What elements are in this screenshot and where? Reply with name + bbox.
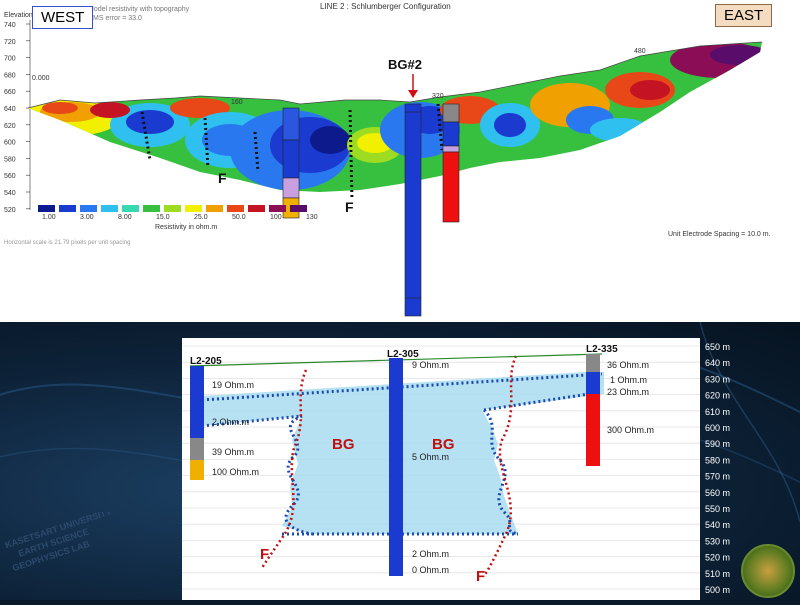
legend-swatch bbox=[290, 205, 307, 212]
legend-swatch bbox=[269, 205, 286, 212]
legend-title: Resistivity in ohm.m bbox=[155, 224, 217, 231]
legend-value: 100 bbox=[270, 214, 282, 221]
layer-label: 39 Ohm.m bbox=[212, 447, 254, 457]
legend-swatch bbox=[59, 205, 76, 212]
layer-label: 36 Ohm.m bbox=[607, 360, 649, 370]
borehole-label: BG#2 bbox=[388, 57, 422, 72]
legend-value: 25.0 bbox=[194, 214, 208, 221]
elevation-scale: 650 m 640 m 630 m 620 m 610 m 600 m 590 m 580 m… bbox=[703, 338, 743, 600]
elevation-tick-label: 570 m bbox=[705, 472, 730, 482]
borehole-arrow-head bbox=[408, 90, 418, 98]
elevation-tick-label: 560 bbox=[4, 173, 16, 180]
fault-label: F bbox=[476, 568, 485, 585]
layer-label: 1 Ohm.m bbox=[610, 375, 647, 385]
elevation-axis: 740 720 700 680 660 640 620 600 580 560 540 520 bbox=[4, 20, 31, 214]
elevation-tick-label: 600 bbox=[4, 140, 16, 147]
bg-label: BG bbox=[432, 436, 455, 453]
interpretation-panel: L2-205 19 Ohm.m 2 Ohm.m 39 Ohm.m 100 Ohm… bbox=[182, 338, 700, 600]
legend-value: 8.00 bbox=[118, 214, 132, 221]
elevation-tick-label: 520 bbox=[4, 207, 16, 214]
elevation-tick-label: 590 m bbox=[705, 439, 730, 449]
elevation-tick-label: 650 m bbox=[705, 342, 730, 352]
bg-label: BG bbox=[332, 436, 355, 453]
legend-value: 15.0 bbox=[156, 214, 170, 221]
elevation-tick-label: 530 m bbox=[705, 536, 730, 546]
legend-swatch bbox=[185, 205, 202, 212]
elevation-tick-label: 740 bbox=[4, 22, 16, 29]
borehole-label-left: L2-205 bbox=[190, 356, 222, 367]
borehole-label-right: L2-335 bbox=[586, 344, 618, 355]
elevation-tick-label: 540 m bbox=[705, 520, 730, 530]
borehole-column-left bbox=[282, 107, 300, 219]
color-legend: 1.00 3.00 8.00 15.0 25.0 50.0 100 130 bbox=[38, 205, 318, 221]
fault-label: F bbox=[260, 546, 269, 563]
distance-label: 320 bbox=[432, 93, 444, 100]
university-seal-icon bbox=[741, 544, 795, 598]
legend-value: 1.00 bbox=[42, 214, 56, 221]
layer-label: 0 Ohm.m bbox=[412, 565, 449, 575]
layer-label: 23 Ohm.m bbox=[607, 387, 649, 397]
scale-footnote: Horizontal scale is 21.79 pixels per uni… bbox=[4, 240, 130, 246]
elevation-tick-label: 520 m bbox=[705, 553, 730, 563]
elevation-tick-label: 610 m bbox=[705, 407, 730, 417]
elevation-tick-label: 580 m bbox=[705, 455, 730, 465]
layer-label: 9 Ohm.m bbox=[412, 360, 449, 370]
elevation-tick-label: 580 bbox=[4, 156, 16, 163]
legend-swatch bbox=[248, 205, 265, 212]
elevation-tick-label: 660 bbox=[4, 89, 16, 96]
layer-label: 2 Ohm.m bbox=[212, 417, 249, 427]
elevation-tick-label: 720 bbox=[4, 39, 16, 46]
distance-label: 160 bbox=[231, 99, 243, 106]
distance-label: 480 bbox=[634, 48, 646, 55]
elevation-tick-label: 700 bbox=[4, 56, 16, 63]
borehole-column-bg2 bbox=[404, 103, 422, 317]
layer-label: 300 Ohm.m bbox=[607, 425, 654, 435]
distance-label: 0.000 bbox=[32, 75, 50, 82]
legend-swatch bbox=[227, 205, 244, 212]
elevation-tick-label: 620 m bbox=[705, 391, 730, 401]
elevation-tick-label: 620 bbox=[4, 123, 16, 130]
legend-value: 3.00 bbox=[80, 214, 94, 221]
legend-swatch bbox=[101, 205, 118, 212]
legend-swatch bbox=[122, 205, 139, 212]
university-watermark: KASETSART UNIVERSITY EARTH SCIENCE GEOPH… bbox=[4, 512, 113, 573]
elevation-tick-label: 500 m bbox=[705, 585, 730, 595]
layer-label: 2 Ohm.m bbox=[412, 549, 449, 559]
fault-label: F bbox=[345, 199, 354, 215]
legend-value: 130 bbox=[306, 214, 318, 221]
legend-swatch bbox=[143, 205, 160, 212]
interpretation-diagram: L2-205 19 Ohm.m 2 Ohm.m 39 Ohm.m 100 Ohm… bbox=[182, 344, 700, 590]
elevation-tick-label: 640 bbox=[4, 106, 16, 113]
elevation-tick-label: 510 m bbox=[705, 569, 730, 579]
unit-spacing-note: Unit Electrode Spacing = 10.0 m. bbox=[668, 231, 771, 238]
legend-swatch bbox=[206, 205, 223, 212]
borehole-l2-335 bbox=[586, 354, 600, 466]
borehole-label-center: L2-305 bbox=[387, 349, 419, 360]
legend-value: 50.0 bbox=[232, 214, 246, 221]
elevation-tick-label: 540 bbox=[4, 190, 16, 197]
elevation-tick-label: 630 m bbox=[705, 374, 730, 384]
legend-swatch bbox=[38, 205, 55, 212]
layer-label: 5 Ohm.m bbox=[412, 452, 449, 462]
borehole-l2-305 bbox=[389, 358, 403, 576]
elevation-tick-label: 550 m bbox=[705, 504, 730, 514]
borehole-column-right bbox=[442, 103, 460, 223]
elevation-tick-label: 680 bbox=[4, 72, 16, 79]
layer-label: 19 Ohm.m bbox=[212, 380, 254, 390]
resistivity-section: 740 720 700 680 660 640 620 600 580 560 540 520 0.0… bbox=[4, 20, 771, 317]
elevation-tick-label: 600 m bbox=[705, 423, 730, 433]
fault-label: F bbox=[218, 170, 227, 186]
elevation-tick-label: 560 m bbox=[705, 488, 730, 498]
resistivity-section-panel: LINE 2 : Schlumberger Configuration Elev… bbox=[0, 0, 800, 322]
legend-swatch bbox=[164, 205, 181, 212]
borehole-l2-205 bbox=[190, 366, 204, 480]
legend-swatch bbox=[80, 205, 97, 212]
elevation-tick-label: 640 m bbox=[705, 358, 730, 368]
layer-label: 100 Ohm.m bbox=[212, 467, 259, 477]
